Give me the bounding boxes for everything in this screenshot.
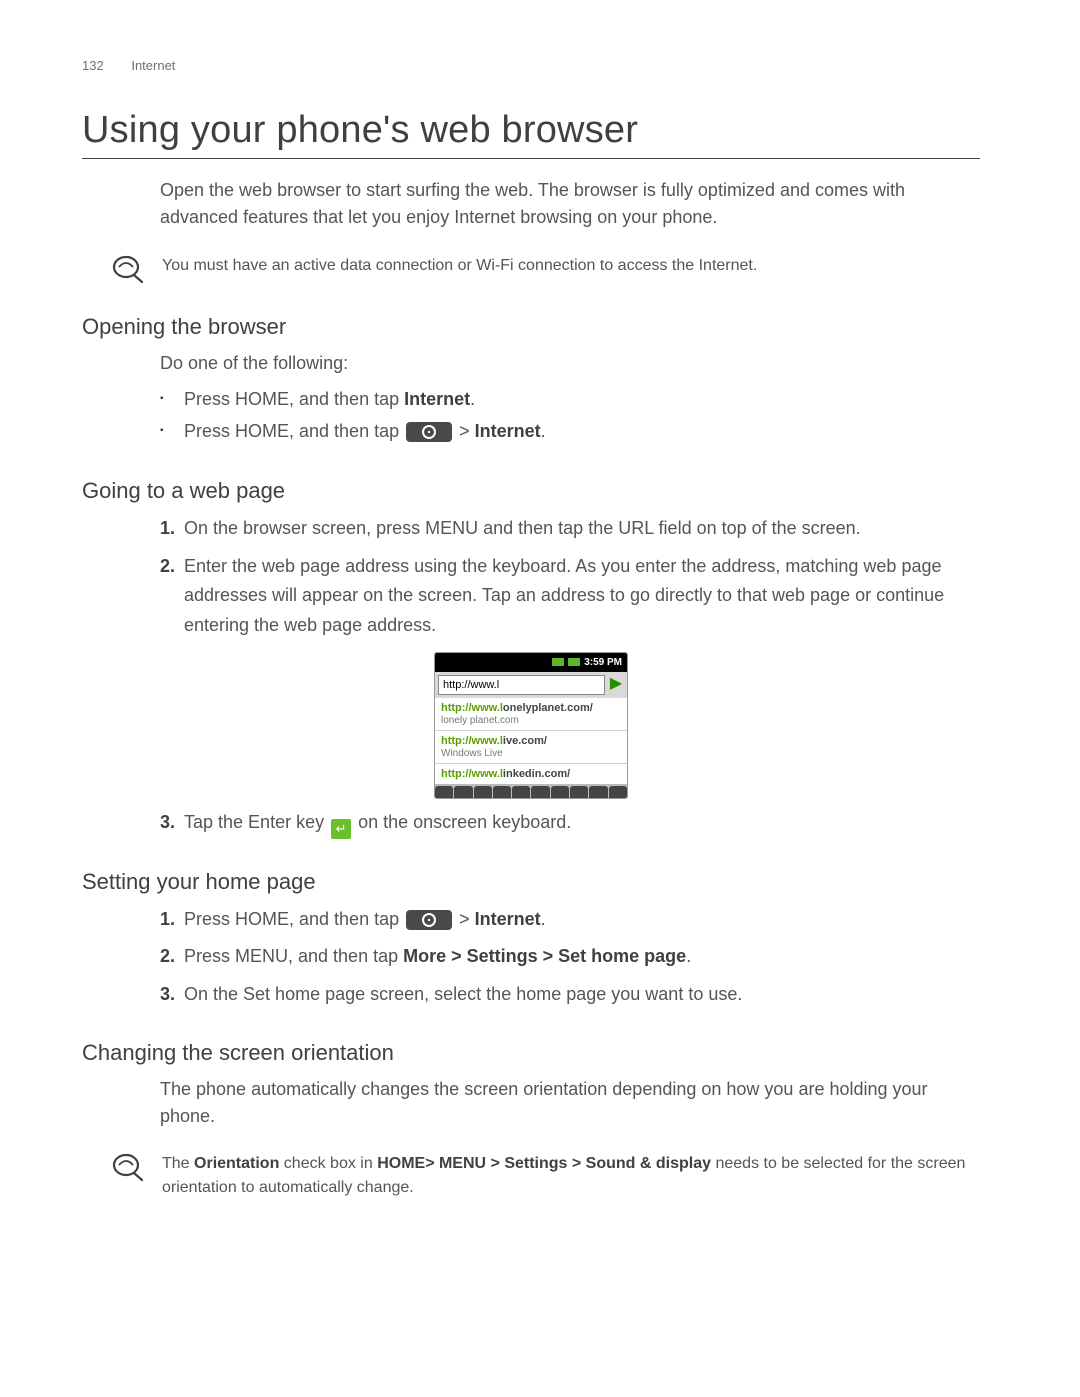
page-number: 132 — [82, 58, 104, 73]
page-title: Using your phone's web browser — [82, 109, 980, 152]
heading-orientation: Changing the screen orientation — [82, 1040, 980, 1066]
manual-page: 132 Internet Using your phone's web brow… — [0, 0, 1080, 1258]
phone-time: 3:59 PM — [584, 657, 622, 668]
note-text-2: The Orientation check box in HOME> MENU … — [162, 1152, 980, 1200]
homepage-step-2: Press MENU, and then tap More > Settings… — [160, 942, 980, 972]
going-step-3: Tap the Enter key ↵ on the onscreen keyb… — [160, 808, 980, 839]
phone-suggestion-1: http://www.lonelyplanet.com/ lonely plan… — [435, 698, 627, 731]
homepage-steps: Press HOME, and then tap > Internet. Pre… — [82, 905, 980, 1010]
phone-status-bar: 3:59 PM — [435, 653, 627, 672]
going-step-1: On the browser screen, press MENU and th… — [160, 514, 980, 544]
note-block: You must have an active data connection … — [112, 254, 980, 284]
going-steps: On the browser screen, press MENU and th… — [82, 514, 980, 641]
apps-button-icon — [406, 422, 452, 442]
note-icon — [112, 254, 144, 284]
phone-url-input — [438, 675, 605, 695]
intro-paragraph: Open the web browser to start surfing th… — [160, 177, 980, 232]
note-text: You must have an active data connection … — [162, 254, 980, 278]
signal-icon — [552, 658, 564, 666]
phone-suggestion-3: http://www.linkedin.com/ — [435, 764, 627, 784]
heading-opening: Opening the browser — [82, 314, 980, 340]
note-icon — [112, 1152, 144, 1182]
going-steps-cont: Tap the Enter key ↵ on the onscreen keyb… — [82, 808, 980, 839]
phone-keyboard-row — [435, 784, 627, 798]
homepage-step-3: On the Set home page screen, select the … — [160, 980, 980, 1010]
note-block-2: The Orientation check box in HOME> MENU … — [112, 1152, 980, 1200]
go-icon: ▶ — [608, 677, 624, 693]
opening-bullets: Press HOME, and then tap Internet. Press… — [82, 383, 980, 448]
opening-bullet-2: Press HOME, and then tap > Internet. — [160, 415, 980, 447]
opening-bullet-1: Press HOME, and then tap Internet. — [160, 383, 980, 415]
title-underline — [82, 158, 980, 159]
heading-going: Going to a web page — [82, 478, 980, 504]
phone-screenshot: 3:59 PM ▶ http://www.lonelyplanet.com/ l… — [435, 653, 627, 798]
battery-icon — [568, 658, 580, 666]
orientation-body: The phone automatically changes the scre… — [160, 1076, 980, 1131]
opening-lead: Do one of the following: — [160, 350, 980, 377]
apps-button-icon — [406, 910, 452, 930]
phone-suggestion-2: http://www.live.com/ Windows Live — [435, 731, 627, 764]
phone-url-bar: ▶ — [435, 672, 627, 698]
running-header: 132 Internet — [82, 58, 980, 73]
enter-key-icon: ↵ — [331, 819, 351, 839]
homepage-step-1: Press HOME, and then tap > Internet. — [160, 905, 980, 935]
going-step-2: Enter the web page address using the key… — [160, 552, 980, 641]
section-name: Internet — [131, 58, 175, 73]
heading-homepage: Setting your home page — [82, 869, 980, 895]
